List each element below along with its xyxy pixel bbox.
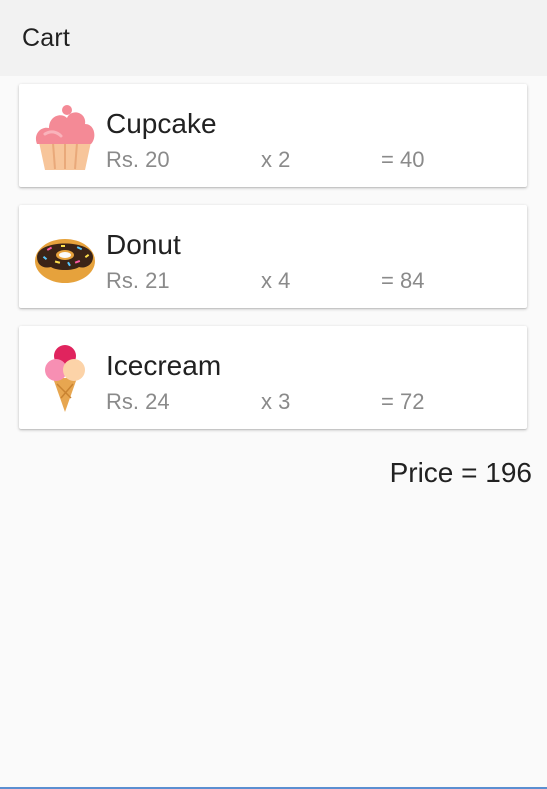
item-quantity: x 2 — [261, 147, 291, 172]
app-bar: Cart — [0, 0, 547, 76]
item-unit-price: Rs. 20 — [106, 147, 170, 172]
item-quantity: x 4 — [261, 268, 291, 293]
cart-list: Cupcake Rs. 20 x 2 = 40 Donut Rs. 21 x 4… — [19, 84, 527, 447]
item-subtotal: = 72 — [381, 389, 425, 414]
item-unit-price: Rs. 21 — [106, 268, 170, 293]
icecream-icon — [31, 342, 99, 414]
cart-item-icecream[interactable]: Icecream Rs. 24 x 3 = 72 — [19, 326, 527, 429]
page-title: Cart — [22, 24, 71, 52]
item-name: Donut — [106, 229, 181, 260]
cart-item-donut[interactable]: Donut Rs. 21 x 4 = 84 — [19, 205, 527, 308]
item-subtotal: = 84 — [381, 268, 425, 293]
item-unit-price: Rs. 24 — [106, 389, 170, 414]
item-name: Icecream — [106, 350, 222, 381]
cart-total-price: Price = 196 — [389, 457, 532, 488]
item-subtotal: = 40 — [381, 147, 425, 172]
item-name: Cupcake — [106, 108, 217, 139]
donut-icon — [31, 221, 99, 293]
cart-item-cupcake[interactable]: Cupcake Rs. 20 x 2 = 40 — [19, 84, 527, 187]
cupcake-icon — [31, 100, 99, 172]
item-quantity: x 3 — [261, 389, 291, 414]
